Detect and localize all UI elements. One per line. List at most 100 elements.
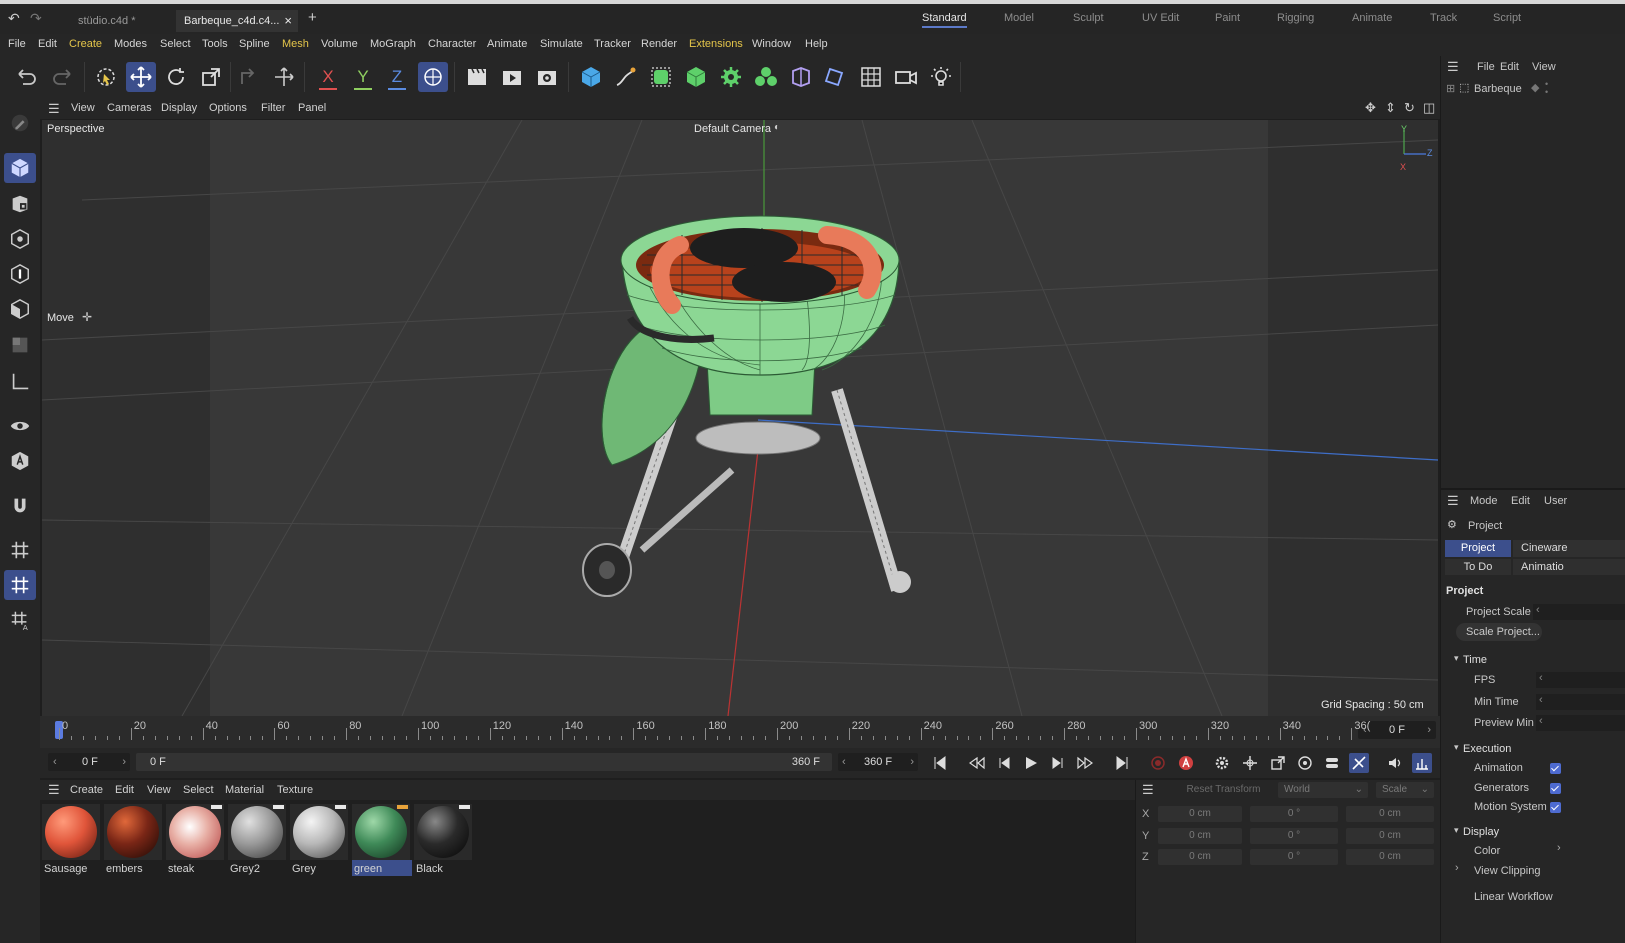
- object-manager-menu-file[interactable]: File: [1477, 61, 1495, 73]
- rotation-z-field[interactable]: 0 °: [1250, 849, 1338, 865]
- material-menu-create[interactable]: Create: [70, 784, 103, 796]
- rotate-tool-button[interactable]: [161, 62, 191, 92]
- menu-edit[interactable]: Edit: [38, 38, 57, 50]
- menu-mograph[interactable]: MoGraph: [370, 38, 416, 50]
- render-view-button[interactable]: [462, 62, 492, 92]
- transform-axis-button[interactable]: [269, 62, 299, 92]
- section-display-toggle[interactable]: ▾: [1454, 825, 1459, 836]
- tab-barbeque[interactable]: Barbeque_c4d.c4... ×: [176, 10, 298, 32]
- live-selection-button[interactable]: [91, 62, 121, 92]
- material-swatch[interactable]: green: [352, 804, 412, 876]
- layout-standard[interactable]: Standard: [922, 12, 967, 28]
- hamburger-icon[interactable]: ☰: [48, 782, 60, 798]
- hamburger-icon[interactable]: ☰: [1142, 782, 1154, 798]
- scale-y-field[interactable]: 0 cm: [1346, 828, 1434, 844]
- key-settings-button[interactable]: [1212, 753, 1232, 773]
- scale-project-button[interactable]: Scale Project...: [1456, 623, 1542, 641]
- snap-button[interactable]: [4, 491, 36, 521]
- chevron-left-icon[interactable]: ‹: [842, 753, 846, 771]
- project-scale-field[interactable]: ‹: [1533, 604, 1625, 620]
- reset-transform-button[interactable]: Reset Transform: [1176, 782, 1271, 798]
- light-button[interactable]: [926, 62, 956, 92]
- extrude-generator-button[interactable]: [681, 62, 711, 92]
- section-display-heading[interactable]: Display: [1463, 826, 1499, 838]
- menu-render[interactable]: Render: [641, 38, 677, 50]
- model-mode-button[interactable]: [4, 153, 36, 183]
- start-frame-field[interactable]: ‹ 0 F ›: [48, 753, 130, 771]
- attributes-menu-user[interactable]: User: [1544, 495, 1567, 507]
- tab-animation[interactable]: Animatio: [1513, 559, 1625, 575]
- toggle-layout-icon[interactable]: ◫: [1423, 100, 1435, 116]
- material-swatch[interactable]: Black: [414, 804, 474, 876]
- chevron-right-icon[interactable]: ›: [910, 753, 914, 771]
- layout-model[interactable]: Model: [1004, 12, 1034, 24]
- dolly-view-icon[interactable]: ⇕: [1385, 100, 1396, 116]
- position-y-field[interactable]: 0 cm: [1158, 828, 1242, 844]
- position-x-field[interactable]: 0 cm: [1158, 806, 1242, 822]
- coordinate-system-button[interactable]: [418, 62, 448, 92]
- layout-track[interactable]: Track: [1430, 12, 1457, 24]
- object-manager-menu-view[interactable]: View: [1532, 61, 1556, 73]
- object-row[interactable]: ⊞ ⬚ Barbeque ◆ • •: [1441, 80, 1625, 98]
- menu-window[interactable]: Window: [752, 38, 791, 50]
- chevron-right-icon[interactable]: ›: [122, 753, 126, 771]
- field-button[interactable]: [821, 62, 851, 92]
- undo-icon[interactable]: ↶: [8, 10, 20, 27]
- layout-sculpt[interactable]: Sculpt: [1073, 12, 1104, 24]
- transfer-tool-button[interactable]: [234, 62, 264, 92]
- viewport-menu-options[interactable]: Options: [209, 102, 247, 114]
- fps-field[interactable]: ‹: [1536, 672, 1625, 688]
- go-to-end-button[interactable]: [1112, 753, 1132, 773]
- material-swatch[interactable]: embers: [104, 804, 164, 876]
- layout-rigging[interactable]: Rigging: [1277, 12, 1314, 24]
- redo-icon[interactable]: ↷: [30, 10, 42, 27]
- play-button[interactable]: [1021, 753, 1041, 773]
- close-tab-icon[interactable]: ×: [284, 10, 292, 32]
- coordinate-space-dropdown[interactable]: World ⌄: [1278, 782, 1368, 798]
- points-mode-button[interactable]: [4, 224, 36, 254]
- hamburger-icon[interactable]: ☰: [1447, 493, 1459, 509]
- texture-mode-button[interactable]: [4, 189, 36, 219]
- layout-animate[interactable]: Animate: [1352, 12, 1392, 24]
- move-tool-button[interactable]: [126, 62, 156, 92]
- key-position-button[interactable]: [1240, 753, 1260, 773]
- menu-simulate[interactable]: Simulate: [540, 38, 583, 50]
- lock-x-axis-button[interactable]: X: [313, 62, 343, 92]
- visibility-dots-icon[interactable]: • •: [1545, 80, 1548, 97]
- menu-volume[interactable]: Volume: [321, 38, 358, 50]
- view-clipping-toggle[interactable]: ›: [1455, 862, 1459, 874]
- attributes-menu-edit[interactable]: Edit: [1511, 495, 1530, 507]
- camera-link-icon[interactable]: ◐: [774, 122, 780, 133]
- previous-frame-button[interactable]: [994, 753, 1014, 773]
- tab-project[interactable]: Project: [1445, 540, 1511, 557]
- menu-character[interactable]: Character: [428, 38, 476, 50]
- subdivision-surface-button[interactable]: [646, 62, 676, 92]
- menu-tools[interactable]: Tools: [202, 38, 228, 50]
- material-swatch[interactable]: Sausage: [42, 804, 102, 876]
- section-execution-heading[interactable]: Execution: [1463, 743, 1511, 755]
- uv-mode-button[interactable]: [4, 330, 36, 360]
- generators-checkbox[interactable]: [1550, 783, 1561, 794]
- section-time-toggle[interactable]: ▾: [1454, 653, 1459, 664]
- redo-button[interactable]: [47, 62, 77, 92]
- autokey-button[interactable]: [1176, 753, 1196, 773]
- previous-key-button[interactable]: [967, 753, 987, 773]
- make-editable-button[interactable]: [4, 108, 36, 138]
- render-picture-viewer-button[interactable]: [497, 62, 527, 92]
- new-tab-icon[interactable]: +: [308, 9, 317, 26]
- menu-help[interactable]: Help: [805, 38, 828, 50]
- scale-x-field[interactable]: 0 cm: [1346, 806, 1434, 822]
- deformer-button[interactable]: [786, 62, 816, 92]
- undo-button[interactable]: [12, 62, 42, 92]
- cube-object-button[interactable]: [576, 62, 606, 92]
- coordinate-mode-dropdown[interactable]: Scale ⌄: [1376, 782, 1434, 798]
- menu-file[interactable]: File: [8, 38, 26, 50]
- rotation-y-field[interactable]: 0 °: [1250, 828, 1338, 844]
- scale-tool-button[interactable]: [196, 62, 226, 92]
- layout-uv-edit[interactable]: UV Edit: [1142, 12, 1179, 24]
- key-scale-button[interactable]: [1268, 753, 1288, 773]
- section-time-heading[interactable]: Time: [1463, 654, 1487, 666]
- workplane-grid-button[interactable]: [4, 570, 36, 600]
- orbit-view-icon[interactable]: ↻: [1404, 100, 1415, 116]
- solo-button[interactable]: [4, 411, 36, 441]
